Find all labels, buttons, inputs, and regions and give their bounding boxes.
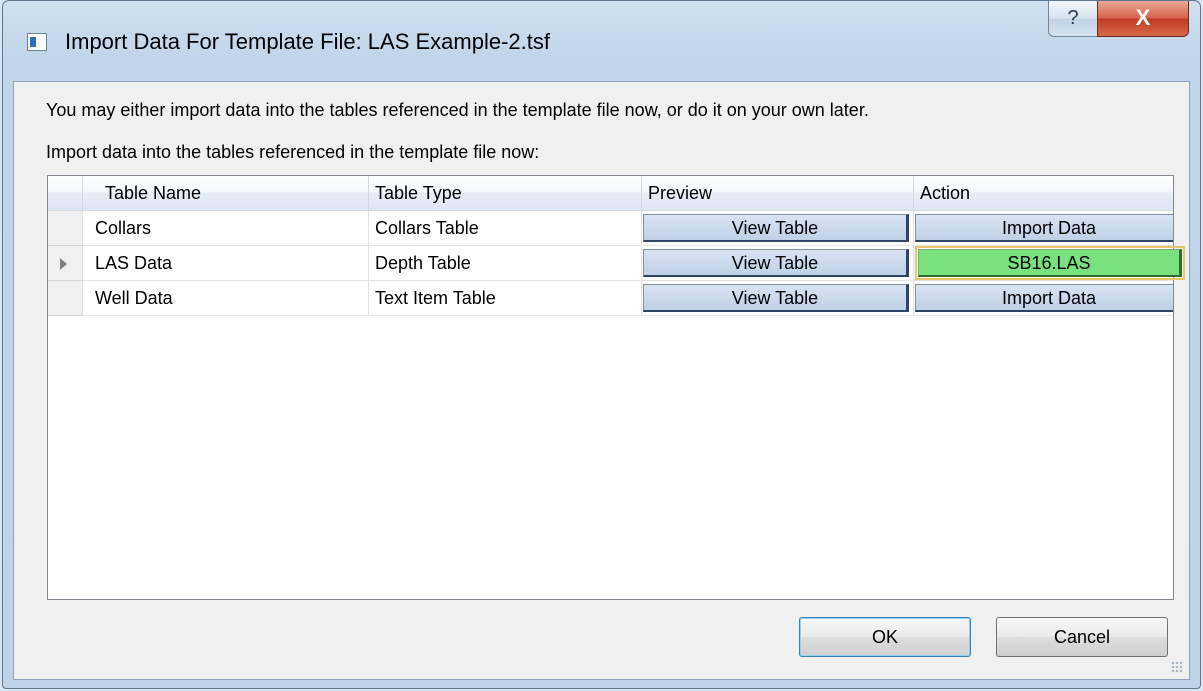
column-header-table-name[interactable]: Table Name bbox=[83, 176, 369, 210]
dialog-body: You may either import data into the tabl… bbox=[13, 81, 1190, 680]
table-row[interactable]: LAS Data Depth Table View Table SB16.LAS bbox=[48, 246, 1185, 281]
cell-preview: View Table bbox=[642, 246, 914, 281]
instruction-text: You may either import data into the tabl… bbox=[46, 100, 869, 120]
cell-table-type[interactable]: Collars Table bbox=[369, 211, 642, 246]
view-table-button[interactable]: View Table bbox=[643, 249, 909, 277]
resize-grip-icon[interactable] bbox=[1171, 661, 1183, 673]
app-icon bbox=[27, 33, 47, 51]
cancel-button[interactable]: Cancel bbox=[996, 617, 1168, 657]
close-button[interactable]: X bbox=[1097, 1, 1189, 37]
title-bar[interactable]: Import Data For Template File: LAS Examp… bbox=[3, 1, 1200, 81]
grid-header: Table Name Table Type Preview Action bbox=[48, 176, 1173, 211]
cell-table-name[interactable]: Collars bbox=[83, 211, 369, 246]
column-header-table-type[interactable]: Table Type bbox=[369, 176, 642, 210]
import-data-button[interactable]: Import Data bbox=[915, 214, 1173, 242]
cell-table-type[interactable]: Depth Table bbox=[369, 246, 642, 281]
header-corner bbox=[48, 176, 83, 210]
view-table-button[interactable]: View Table bbox=[643, 214, 909, 242]
cell-table-name[interactable]: Well Data bbox=[83, 281, 369, 316]
cell-preview: View Table bbox=[642, 281, 914, 316]
dialog-window: Import Data For Template File: LAS Examp… bbox=[2, 0, 1201, 689]
column-header-preview[interactable]: Preview bbox=[642, 176, 914, 210]
view-table-button[interactable]: View Table bbox=[643, 284, 909, 312]
cell-table-type[interactable]: Text Item Table bbox=[369, 281, 642, 316]
column-header-action[interactable]: Action bbox=[914, 176, 1184, 210]
row-header[interactable] bbox=[48, 211, 83, 246]
table-row[interactable]: Well Data Text Item Table View Table Imp… bbox=[48, 281, 1173, 316]
current-row-arrow-icon bbox=[60, 258, 67, 270]
tables-grid[interactable]: Table Name Table Type Preview Action Col… bbox=[47, 175, 1185, 600]
cell-preview: View Table bbox=[642, 211, 914, 246]
import-data-button[interactable]: Import Data bbox=[915, 284, 1173, 312]
cell-action: Import Data bbox=[914, 211, 1173, 246]
loaded-file-button[interactable]: SB16.LAS bbox=[915, 246, 1185, 280]
instruction-subtext: Import data into the tables referenced i… bbox=[46, 142, 540, 162]
ok-button[interactable]: OK bbox=[799, 617, 971, 657]
table-row[interactable]: Collars Collars Table View Table Import … bbox=[48, 211, 1173, 246]
help-button[interactable]: ? bbox=[1048, 1, 1098, 37]
row-header[interactable] bbox=[48, 246, 83, 281]
cell-table-name[interactable]: LAS Data bbox=[83, 246, 369, 281]
row-header[interactable] bbox=[48, 281, 83, 316]
cell-action: SB16.LAS bbox=[914, 246, 1185, 281]
window-title: Import Data For Template File: LAS Examp… bbox=[65, 29, 550, 54]
cell-action: Import Data bbox=[914, 281, 1173, 316]
